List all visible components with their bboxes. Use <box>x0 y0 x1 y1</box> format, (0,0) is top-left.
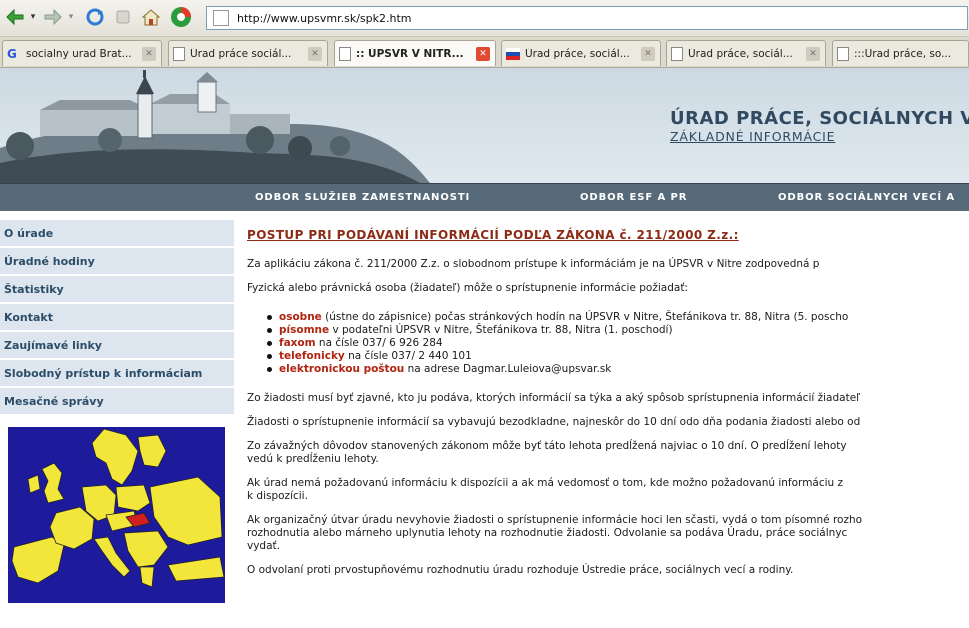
paragraph: Zo žiadosti musí byť zjavné, kto ju podá… <box>247 392 861 404</box>
page-title: POSTUP PRI PODÁVANÍ INFORMÁCIÍ PODĽA ZÁK… <box>247 228 739 242</box>
list-item: písomne v podateľni ÚPSVR v Nitre, Štefá… <box>267 324 969 337</box>
paragraph: Žiadosti o sprístupnenie informácií sa v… <box>247 416 861 428</box>
sidebar-item-uradne-hodiny[interactable]: Úradné hodiny <box>0 248 236 274</box>
tab-label: :: ÚPSVR V NITR... <box>356 47 464 60</box>
europe-map-icon <box>8 427 225 603</box>
page-icon <box>339 46 351 61</box>
paragraph: Ak úrad nemá požadovanú informáciu k dis… <box>247 477 844 502</box>
tab-3-active[interactable]: :: ÚPSVR V NITR... ✕ <box>334 40 496 66</box>
list-item: elektronickou poštou na adrese Dagmar.Lu… <box>267 363 969 376</box>
site-title: ÚRAD PRÁCE, SOCIÁLNYCH V <box>670 108 969 129</box>
forward-dropdown-icon[interactable]: ▾ <box>65 6 77 28</box>
paragraph: Ak organizačný útvar úradu nevyhovie žia… <box>247 514 863 552</box>
close-icon[interactable]: ✕ <box>641 46 655 61</box>
tab-5[interactable]: Úrad práce, sociál... ✕ <box>666 40 826 66</box>
sidebar-menu: O úrade Úradné hodiny Štatistiky Kontakt… <box>0 220 236 416</box>
sidebar-item-kontakt[interactable]: Kontakt <box>0 304 236 330</box>
forward-arrow-icon[interactable] <box>42 6 64 28</box>
contact-methods-list: osobne (ústne do zápisnice) počas stránk… <box>247 311 969 376</box>
sidebar-item-zaujimave-linky[interactable]: Zaujímavé linky <box>0 332 236 358</box>
sidebar-item-slobodny-pristup[interactable]: Slobodný prístup k informáciam <box>0 360 236 386</box>
email-link[interactable]: na adrese Dagmar.Luleiova@upsvar.sk <box>404 363 612 375</box>
nav-odbor-socialnych[interactable]: ODBOR SOCIÁLNYCH VECÍ A <box>778 192 955 203</box>
tab-1[interactable]: G socialny urad Brat... ✕ <box>2 40 162 66</box>
home-icon[interactable] <box>140 6 162 28</box>
stop-icon[interactable] <box>112 6 134 28</box>
paragraph: Zo závažných dôvodov stanovených zákonom… <box>247 440 847 465</box>
tab-label: Úrad práce, sociál... <box>688 47 793 60</box>
paragraph: Fyzická alebo právnická osoba (žiadateľ)… <box>247 282 688 294</box>
page-icon <box>213 10 229 26</box>
tab-2[interactable]: Úrad práce sociál... ✕ <box>168 40 328 66</box>
sidebar-item-statistiky[interactable]: Štatistiky <box>0 276 236 302</box>
back-dropdown-icon[interactable]: ▾ <box>27 6 39 28</box>
nav-odbor-sluzieb[interactable]: ODBOR SLUŽIEB ZAMESTNANOSTI <box>255 192 470 203</box>
tab-4[interactable]: Úrad práce, sociál... ✕ <box>501 40 661 66</box>
browser-toolbar: ▾ ▾ http://www.upsvmr.sk/spk2.htm <box>0 0 969 37</box>
tab-6[interactable]: :::Úrad práce, so... <box>832 40 969 66</box>
sidebar-item-o-urade[interactable]: O úrade <box>0 220 236 246</box>
sidebar-item-mesacne-spravy[interactable]: Mesačné správy <box>0 388 236 414</box>
reload-icon[interactable] <box>84 6 106 28</box>
address-bar[interactable]: http://www.upsvmr.sk/spk2.htm <box>206 6 968 30</box>
paragraph: O odvolaní proti prvostupňovému rozhodnu… <box>247 564 794 576</box>
close-icon[interactable]: ✕ <box>142 46 156 61</box>
main-content: POSTUP PRI PODÁVANÍ INFORMÁCIÍ PODĽA ZÁK… <box>247 228 969 588</box>
slovak-flag-icon <box>506 47 520 60</box>
tab-label: Úrad práce sociál... <box>190 47 292 60</box>
list-item: faxom na čísle 037/ 6 926 284 <box>267 337 969 350</box>
close-icon[interactable]: ✕ <box>806 46 820 61</box>
addon-logo-icon[interactable] <box>168 6 196 28</box>
site-subtitle-link[interactable]: ZÁKLADNÉ INFORMÁCIE <box>670 129 835 144</box>
url-text: http://www.upsvmr.sk/spk2.htm <box>237 11 412 25</box>
tab-bar: G socialny urad Brat... ✕ Úrad práce soc… <box>0 37 969 68</box>
tab-label: :::Úrad práce, so... <box>854 47 952 60</box>
page-icon <box>671 46 683 61</box>
page-icon <box>173 46 185 61</box>
close-icon[interactable]: ✕ <box>476 46 490 61</box>
nav-odbor-esf[interactable]: ODBOR ESF A PR <box>580 192 687 203</box>
list-item: osobne (ústne do zápisnice) počas stránk… <box>267 311 969 324</box>
page-icon <box>837 46 849 61</box>
close-icon[interactable]: ✕ <box>308 46 322 61</box>
main-nav: ODBOR SLUŽIEB ZAMESTNANOSTI ODBOR ESF A … <box>0 183 969 211</box>
europe-map-image <box>8 427 225 603</box>
paragraph: Za aplikáciu zákona č. 211/2000 Z.z. o s… <box>247 258 820 270</box>
back-arrow-icon[interactable] <box>4 6 26 28</box>
tab-label: socialny urad Brat... <box>26 47 132 60</box>
google-favicon-icon: G <box>7 46 17 61</box>
list-item: telefonicky na čísle 037/ 2 440 101 <box>267 350 969 363</box>
tab-label: Úrad práce, sociál... <box>525 47 630 60</box>
